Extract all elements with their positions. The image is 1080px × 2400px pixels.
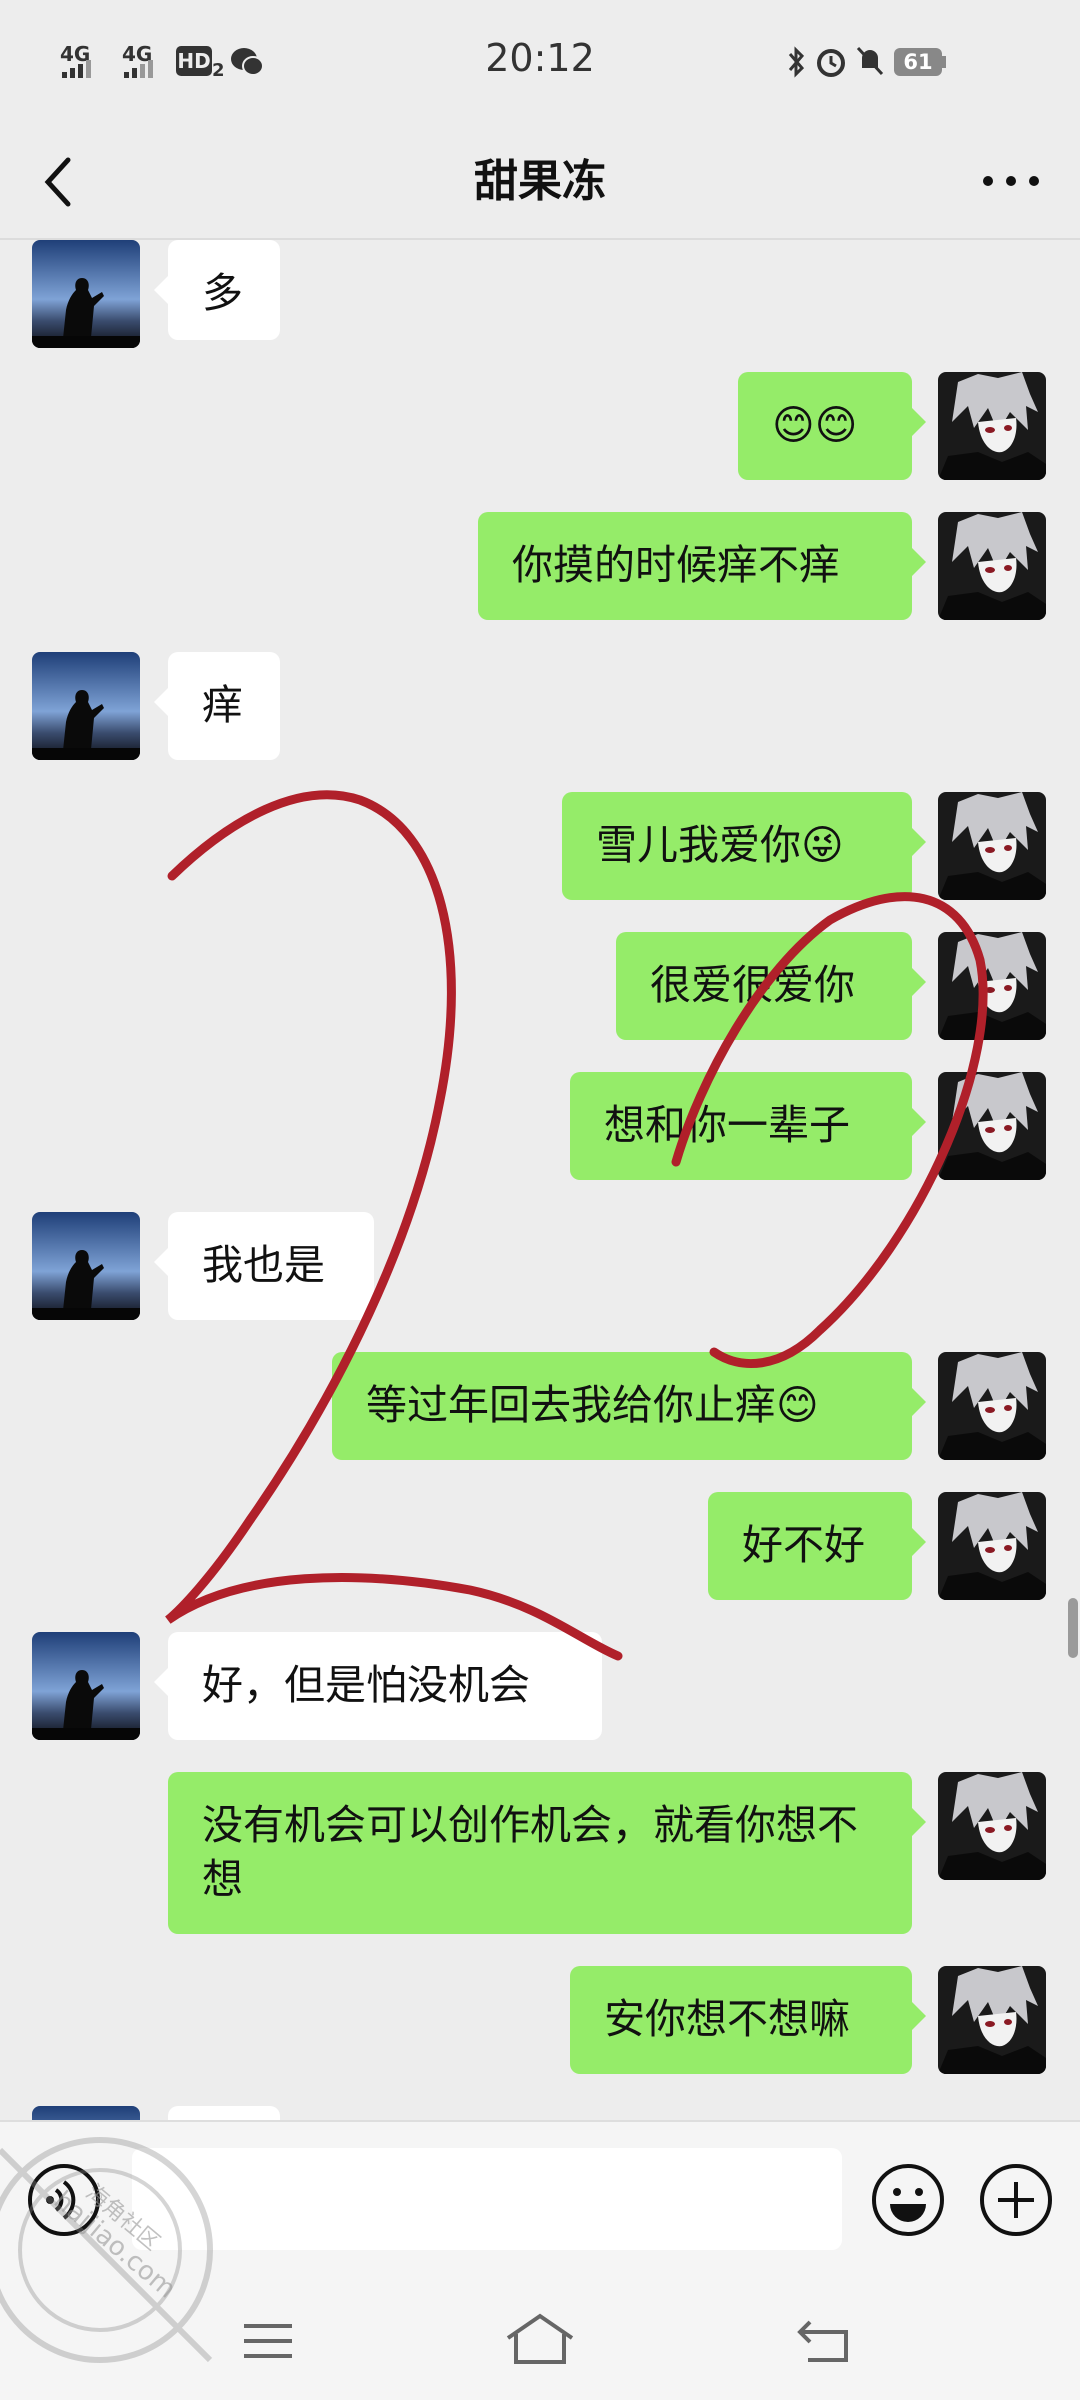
message-bubble-incoming[interactable]: 痒 (154, 652, 280, 760)
message-input[interactable] (132, 2148, 842, 2250)
my-avatar[interactable] (938, 1492, 1046, 1600)
message-text: 多 (202, 269, 243, 317)
contact-avatar[interactable] (32, 1212, 140, 1320)
message-text: 😊😊 (772, 401, 858, 449)
message-text: 痒 (202, 681, 243, 729)
message-text: 等过年回去我给你止痒😊 (366, 1381, 819, 1429)
bluetooth-icon (788, 46, 805, 78)
my-avatar[interactable] (938, 1352, 1046, 1460)
message-bubble-outgoing[interactable]: 等过年回去我给你止痒😊 (332, 1352, 926, 1460)
menu-icon[interactable] (240, 2320, 296, 2362)
contact-avatar[interactable] (32, 1632, 140, 1740)
message-bubble-outgoing[interactable]: 想和你一辈子 (570, 1072, 926, 1180)
my-avatar[interactable] (938, 1072, 1046, 1180)
message-text: 雪儿我爱你😜 (596, 821, 844, 869)
more-icon[interactable] (976, 156, 1046, 206)
message-text: 你摸的时候痒不痒 (512, 541, 840, 589)
battery-tip (942, 56, 946, 68)
message-text: 我也是 (202, 1241, 325, 1289)
my-avatar[interactable] (938, 1966, 1046, 2074)
message-text: 安你想不想嘛 (604, 1995, 850, 2043)
message-bubble-outgoing[interactable]: 安你想不想嘛 (570, 1966, 926, 2074)
message-text: 好，但是怕没机会 (202, 1661, 530, 1709)
message-bubble-outgoing[interactable]: 好不好 (708, 1492, 926, 1600)
battery-icon: 61 (894, 48, 942, 76)
scrollbar[interactable] (1068, 1598, 1078, 1658)
message-bubble-outgoing[interactable]: 雪儿我爱你😜 (562, 792, 926, 900)
message-list[interactable]: 多 😊😊 你摸的时候痒不痒 痒 雪儿我爱你😜 很爱很爱你 想和你一辈子 我也是 … (0, 240, 1080, 2120)
message-bubble-outgoing[interactable]: 你摸的时候痒不痒 (478, 512, 926, 620)
contact-avatar[interactable] (32, 240, 140, 348)
message-text: 好不好 (742, 1521, 865, 1569)
message-bubble-incoming[interactable]: 多 (154, 240, 280, 340)
status-bar: 4G 4G HD 2 20:12 61 (0, 0, 1080, 126)
message-bubble-incoming[interactable]: 好，但是怕没机会 (154, 1632, 602, 1740)
message-text: 没有机会可以创作机会，就看你想不想 (202, 1801, 858, 1903)
chat-title: 甜果冻 (474, 156, 606, 207)
my-avatar[interactable] (938, 792, 1046, 900)
chat-header: 甜果冻 (0, 126, 1080, 240)
my-avatar[interactable] (938, 932, 1046, 1040)
my-avatar[interactable] (938, 1772, 1046, 1880)
contact-avatar[interactable] (32, 2106, 140, 2120)
message-bubble-incoming[interactable]: 我也是 (154, 1212, 374, 1320)
home-icon[interactable] (502, 2312, 578, 2366)
input-bar (0, 2120, 1080, 2282)
mute-icon (856, 46, 884, 76)
message-text: 很爱很爱你 (650, 961, 855, 1009)
message-text: 想和你一辈子 (604, 1101, 850, 1149)
message-bubble-outgoing[interactable]: 很爱很爱你 (616, 932, 926, 1040)
plus-icon[interactable] (978, 2162, 1054, 2238)
my-avatar[interactable] (938, 372, 1046, 480)
message-bubble-outgoing[interactable]: 😊😊 (738, 372, 926, 480)
message-bubble-incoming[interactable] (168, 2106, 280, 2120)
contact-avatar[interactable] (32, 652, 140, 760)
message-bubble-outgoing[interactable]: 没有机会可以创作机会，就看你想不想 (168, 1772, 926, 1934)
alarm-icon (817, 49, 845, 77)
emoji-icon[interactable] (870, 2162, 946, 2238)
back-nav-icon[interactable] (794, 2314, 854, 2364)
my-avatar[interactable] (938, 512, 1046, 620)
